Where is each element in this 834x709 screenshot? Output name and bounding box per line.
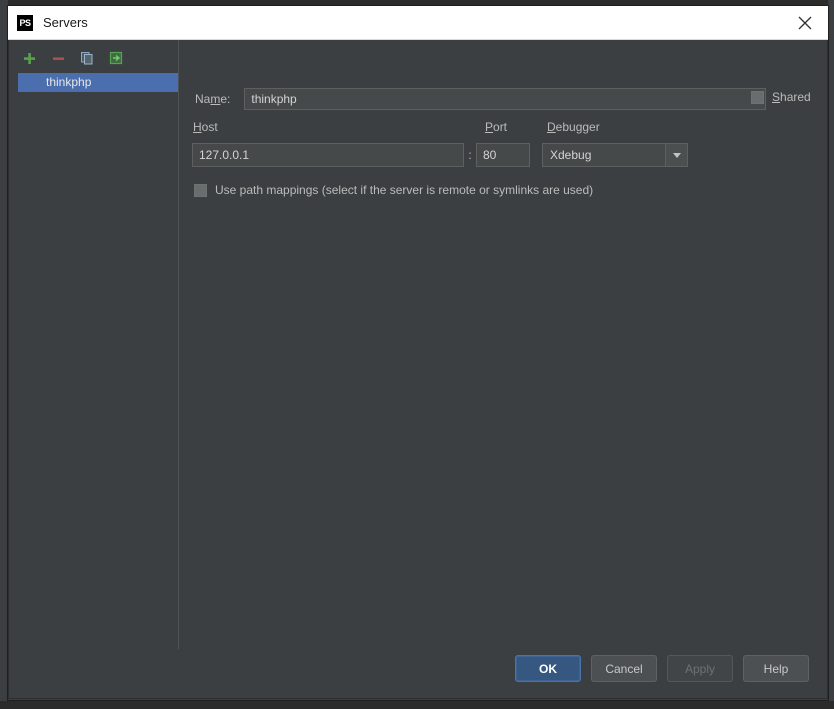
phpstorm-app-icon: PS (17, 14, 33, 31)
chevron-down-icon[interactable] (665, 144, 687, 166)
shared-checkbox-row[interactable]: Shared (751, 90, 811, 104)
host-label: Host (193, 120, 218, 134)
servers-toolbar (19, 48, 126, 68)
debugger-select[interactable]: Xdebug (542, 143, 688, 167)
host-port-separator: : (468, 148, 472, 162)
dialog-title: Servers (43, 15, 88, 30)
shared-label: Shared (772, 90, 811, 104)
name-input[interactable] (244, 88, 767, 110)
path-mappings-checkbox[interactable] (194, 183, 207, 197)
name-row: Name: (195, 88, 829, 110)
path-mappings-row[interactable]: Use path mappings (select if the server … (194, 183, 593, 197)
debugger-select-value: Xdebug (550, 148, 592, 162)
servers-list[interactable]: thinkphp (18, 73, 178, 92)
add-server-button[interactable] (19, 48, 39, 68)
dialog-button-bar: OK Cancel Apply Help (515, 655, 809, 682)
dialog-body: thinkphp Name: Shared Host (8, 40, 828, 699)
host-port-debugger-row: : Xdebug (192, 143, 688, 167)
server-settings-panel: Name: Shared Host Port Debugger (179, 40, 827, 649)
cancel-button[interactable]: Cancel (591, 655, 657, 682)
help-button[interactable]: Help (743, 655, 809, 682)
ide-left-edge (0, 0, 8, 709)
dialog-titlebar: PS Servers (8, 6, 828, 40)
debugger-label: Debugger (547, 120, 600, 134)
ide-bottom-edge (0, 701, 834, 709)
host-input[interactable] (192, 143, 464, 167)
apply-button: Apply (667, 655, 733, 682)
shared-checkbox[interactable] (751, 90, 764, 104)
remove-server-button[interactable] (48, 48, 68, 68)
screen: PS Servers thinkphp Name: thinkphp Share… (0, 0, 834, 709)
port-input[interactable] (476, 143, 530, 167)
host-label-row: Host (193, 120, 218, 134)
servers-dialog: PS Servers thinkphp Name: thinkphp Share… (8, 6, 828, 700)
list-item[interactable]: thinkphp (18, 73, 178, 92)
close-icon[interactable] (782, 6, 828, 40)
copy-server-button[interactable] (77, 48, 97, 68)
ok-button[interactable]: OK (515, 655, 581, 682)
import-server-button[interactable] (106, 48, 126, 68)
path-mappings-label: Use path mappings (select if the server … (215, 183, 594, 197)
name-label: Name: (195, 92, 231, 106)
port-label-row: Port (485, 120, 507, 134)
port-label: Port (485, 120, 508, 134)
servers-list-panel: thinkphp (9, 40, 178, 649)
debugger-label-row: Debugger (547, 120, 600, 134)
